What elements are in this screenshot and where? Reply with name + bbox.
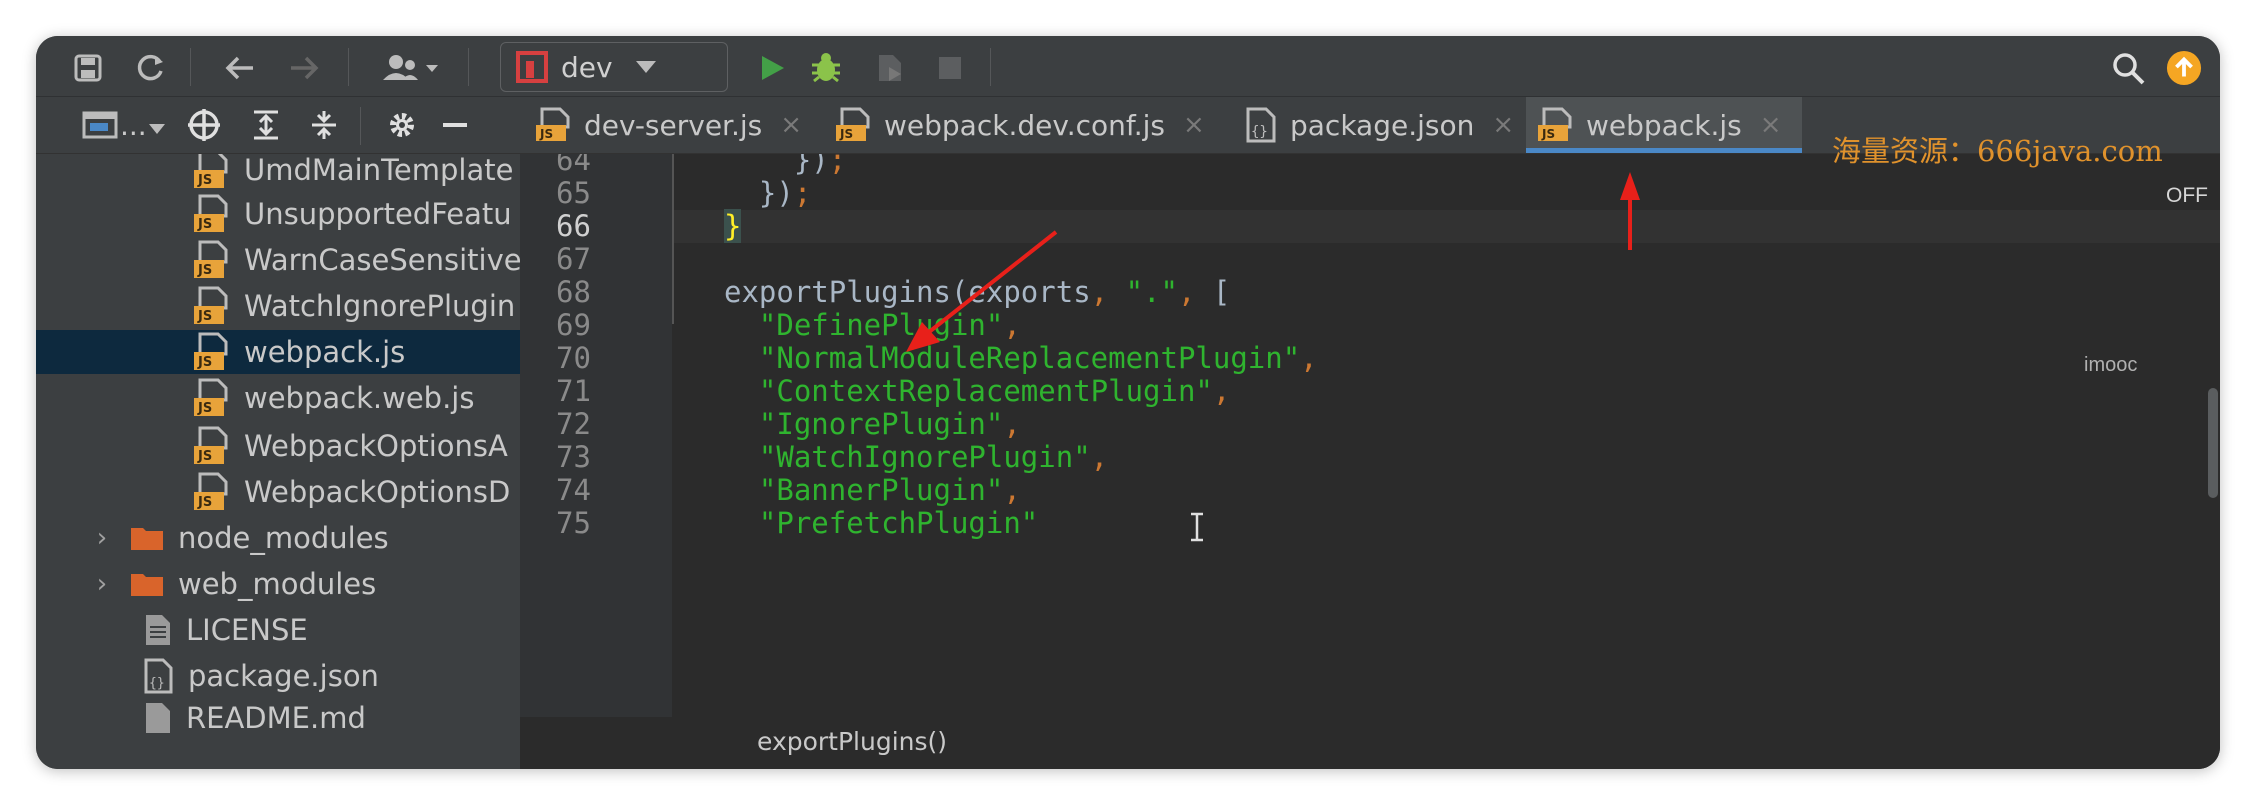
ide-window: dev ... JS dev-server.js × JS webpack.de… (36, 36, 2220, 769)
annotation-layer (906, 172, 1640, 352)
annotation-arrow (1620, 172, 1640, 250)
annotation-arrow (906, 230, 1058, 352)
